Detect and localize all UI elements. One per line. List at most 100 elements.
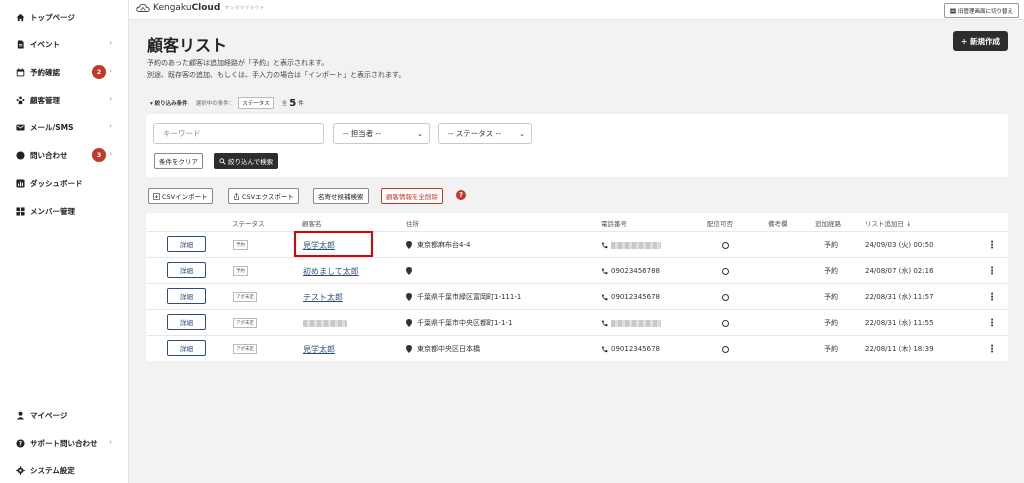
column-header-address[interactable]: 住所 bbox=[406, 218, 419, 228]
chevron-right-icon: › bbox=[109, 438, 112, 446]
more-options-icon[interactable]: ⋮ bbox=[987, 266, 997, 277]
help-icon: ? bbox=[16, 438, 25, 448]
customer-name-link[interactable]: 初めまして太郎 bbox=[303, 266, 359, 277]
sidebar-item-label: 問い合わせ bbox=[30, 150, 68, 160]
page-description: 別途、既存客の追加、もしくは、手入力の場合は「インポート」と表示されます。 bbox=[147, 71, 406, 79]
location-pin-icon bbox=[406, 293, 412, 301]
sidebar-item-customers[interactable]: 顧客管理 › bbox=[16, 92, 124, 108]
chevron-right-icon: › bbox=[109, 122, 112, 130]
detail-button[interactable]: 詳細 bbox=[167, 236, 206, 252]
status-badge: 予約 bbox=[233, 240, 248, 250]
delivery-ok-icon bbox=[722, 319, 729, 327]
chart-icon bbox=[16, 178, 25, 188]
switch-legacy-admin-button[interactable]: 旧管理画面に切り替え bbox=[943, 3, 1019, 18]
sidebar-item-inquiry[interactable]: 問い合わせ 3 › bbox=[16, 147, 124, 163]
customer-name-link[interactable]: 見学太郎 bbox=[303, 344, 335, 355]
status-badge: アポ未定 bbox=[233, 344, 257, 354]
route-text: 予約 bbox=[824, 241, 838, 249]
table-row: 詳細 アポ未定 テスト太郎 千葉県千葉市緑区富岡町1-111-1 0901234… bbox=[146, 283, 1008, 309]
delete-all-button[interactable]: 顧客情報を全削除 bbox=[381, 188, 443, 204]
sidebar-item-mypage[interactable]: マイページ bbox=[16, 408, 124, 422]
address-text: 千葉県千葉市緑区富岡町1-111-1 bbox=[417, 293, 522, 301]
sidebar-item-top[interactable]: トップページ bbox=[16, 9, 124, 25]
csv-export-button[interactable]: CSVエクスポート bbox=[228, 188, 299, 204]
location-pin-icon bbox=[406, 345, 412, 353]
column-header-added[interactable]: リスト追加日 ↓ bbox=[865, 218, 912, 228]
detail-button[interactable]: 詳細 bbox=[167, 314, 206, 330]
sidebar-item-label: イベント bbox=[30, 39, 60, 49]
logo[interactable]: Kengaku Cloud ケンガククラウド bbox=[136, 3, 265, 13]
sidebar-item-mail[interactable]: メール/SMS › bbox=[16, 119, 124, 135]
sidebar-item-label: 顧客管理 bbox=[30, 95, 60, 105]
sidebar-item-event[interactable]: イベント › bbox=[16, 36, 124, 52]
notification-badge: 3 bbox=[92, 148, 106, 162]
more-options-icon[interactable]: ⋮ bbox=[987, 344, 997, 355]
column-header-route[interactable]: 追加経路 bbox=[815, 218, 841, 228]
detail-button[interactable]: 詳細 bbox=[167, 262, 206, 278]
column-header-name[interactable]: 顧客名 bbox=[302, 218, 322, 228]
location-pin-icon bbox=[406, 267, 412, 275]
detail-button[interactable]: 詳細 bbox=[167, 340, 206, 356]
chevron-right-icon: › bbox=[109, 150, 112, 158]
csv-import-button[interactable]: CSVインポート bbox=[148, 188, 213, 204]
sidebar-item-label: メール/SMS bbox=[30, 122, 74, 132]
address-text: 東京都中央区日本橋 bbox=[417, 345, 480, 353]
column-header-phone[interactable]: 電話番号 bbox=[601, 218, 627, 228]
sidebar-item-label: メンバー管理 bbox=[30, 206, 75, 216]
mail-icon bbox=[16, 123, 25, 132]
chevron-right-icon: › bbox=[109, 95, 112, 103]
phone-icon bbox=[601, 241, 608, 248]
phone-icon bbox=[601, 345, 608, 352]
customer-name-redacted[interactable] bbox=[303, 319, 347, 327]
sidebar-item-dashboard[interactable]: ダッシュボード bbox=[16, 175, 124, 191]
route-text: 予約 bbox=[824, 267, 838, 275]
namecard-search-button[interactable]: 名寄せ候補検索 bbox=[313, 188, 369, 204]
sidebar-item-reservation[interactable]: 予約確認 2 › bbox=[16, 64, 124, 80]
filter-search-button[interactable]: 絞り込んで検索 bbox=[214, 153, 279, 169]
sidebar: トップページ イベント › 予約確認 2 › 顧客管理 › メール/SMS › … bbox=[0, 0, 129, 483]
column-header-notes[interactable]: 備考欄 bbox=[768, 218, 788, 228]
help-icon[interactable]: ? bbox=[456, 190, 466, 200]
customer-name-link[interactable]: テスト太郎 bbox=[303, 292, 343, 303]
status-select[interactable]: -- ステータス -- ⌄ bbox=[438, 123, 532, 144]
chevron-down-icon: ⌄ bbox=[519, 130, 525, 138]
detail-button[interactable]: 詳細 bbox=[167, 288, 206, 304]
address-text: 東京都麻布台4-4 bbox=[417, 241, 471, 249]
sidebar-item-settings[interactable]: システム設定 bbox=[16, 463, 124, 477]
sidebar-item-label: トップページ bbox=[30, 12, 75, 22]
column-header-status[interactable]: ステータス bbox=[232, 218, 265, 228]
phone-number: 09023456788 bbox=[611, 267, 660, 275]
sidebar-item-label: システム設定 bbox=[30, 465, 75, 475]
phone-number-redacted bbox=[611, 241, 661, 249]
sidebar-item-members[interactable]: メンバー管理 bbox=[16, 203, 124, 219]
sidebar-item-support[interactable]: ? サポート問い合わせ › bbox=[16, 436, 124, 450]
topbar: Kengaku Cloud ケンガククラウド 旧管理画面に切り替え bbox=[129, 0, 1024, 20]
column-header-delivery[interactable]: 配信可否 bbox=[707, 218, 733, 228]
result-count: 5 bbox=[289, 97, 297, 109]
table-row: 詳細 予約 見学太郎 東京都麻布台4-4 予約 24/09/03 (火) 00:… bbox=[146, 231, 1008, 257]
added-date: 22/08/31 (水) 11:57 bbox=[865, 293, 934, 301]
chat-icon bbox=[16, 150, 25, 160]
search-icon bbox=[219, 157, 226, 165]
new-customer-button[interactable]: + 新規作成 bbox=[953, 31, 1008, 51]
more-options-icon[interactable]: ⋮ bbox=[987, 318, 997, 329]
more-options-icon[interactable]: ⋮ bbox=[987, 292, 997, 303]
import-icon bbox=[153, 192, 160, 200]
sidebar-item-label: ダッシュボード bbox=[30, 178, 83, 188]
home-icon bbox=[16, 13, 25, 22]
location-pin-icon bbox=[406, 319, 412, 327]
delivery-ok-icon bbox=[722, 267, 729, 275]
keyword-input[interactable]: キーワード bbox=[153, 123, 324, 144]
filter-toggle[interactable]: ▾ 絞り込み条件 bbox=[150, 99, 188, 107]
phone-icon bbox=[601, 293, 608, 300]
chevron-right-icon: › bbox=[109, 67, 112, 75]
document-icon bbox=[16, 39, 25, 49]
page-description: 予約のあった顧客は追加経路が「予約」と表示されます。 bbox=[147, 59, 329, 67]
location-pin-icon bbox=[406, 241, 412, 249]
assignee-select[interactable]: -- 担当者 -- ⌄ bbox=[333, 123, 430, 144]
more-options-icon[interactable]: ⋮ bbox=[987, 240, 997, 251]
highlight-box bbox=[294, 231, 373, 257]
calendar-icon bbox=[16, 67, 25, 77]
added-date: 24/08/07 (水) 02:16 bbox=[865, 267, 934, 275]
clear-filter-button[interactable]: 条件をクリア bbox=[154, 153, 203, 169]
